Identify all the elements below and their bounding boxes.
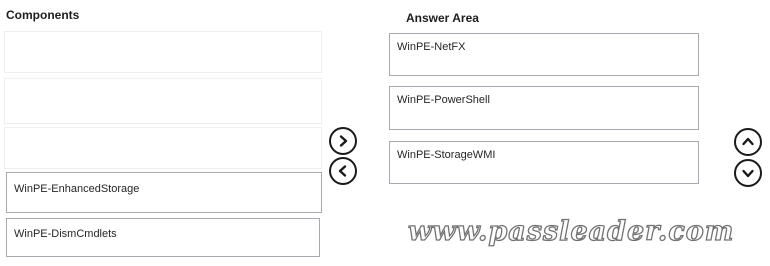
component-item-winpe-dismcmdlets[interactable]: WinPE-DismCmdlets [6,218,320,257]
move-right-button[interactable] [329,127,357,155]
empty-component-slot [4,78,322,124]
empty-component-slot [4,127,322,169]
chevron-left-icon [338,165,347,177]
move-left-button[interactable] [329,157,357,185]
chevron-up-icon [742,137,754,146]
components-heading: Components [6,8,80,22]
answer-item-winpe-storagewmi[interactable]: WinPE-StorageWMI [389,141,699,184]
watermark: www.passleader.com [407,215,735,247]
chevron-right-icon [339,135,348,147]
empty-component-slot [4,31,322,73]
answer-item-winpe-powershell[interactable]: WinPE-PowerShell [389,86,699,130]
answer-area-heading: Answer Area [406,11,479,25]
move-down-button[interactable] [734,159,762,187]
component-item-winpe-enhancedstorage[interactable]: WinPE-EnhancedStorage [6,172,322,213]
answer-item-winpe-netfx[interactable]: WinPE-NetFX [389,33,699,76]
move-up-button[interactable] [734,128,762,156]
chevron-down-icon [742,169,754,178]
